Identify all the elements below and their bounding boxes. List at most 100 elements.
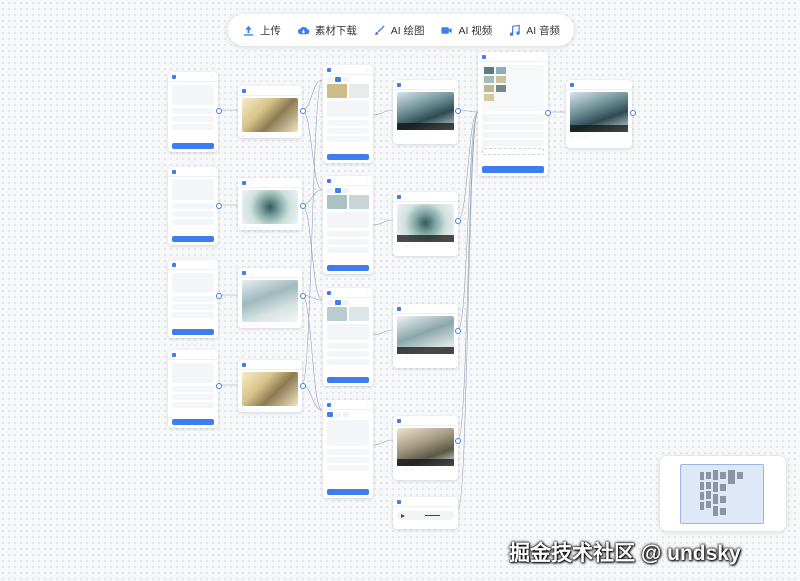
final-video-node[interactable] [566, 80, 632, 148]
image-node[interactable] [238, 178, 302, 230]
compose-button[interactable] [482, 166, 544, 173]
param-select[interactable] [172, 304, 214, 310]
prompt-textarea[interactable] [327, 324, 369, 340]
generate-button[interactable] [327, 377, 369, 383]
final-video-player[interactable] [570, 92, 628, 132]
param-select[interactable] [327, 359, 369, 365]
param-select[interactable] [172, 211, 214, 217]
output-port[interactable] [300, 383, 306, 389]
video-config-node[interactable]: ⋮ [323, 288, 373, 386]
output-port[interactable] [216, 108, 222, 114]
param-select[interactable] [482, 140, 544, 146]
audio-node[interactable] [393, 497, 458, 529]
text-node[interactable]: ⋮ [168, 72, 218, 152]
output-port[interactable] [216, 203, 222, 209]
param-select[interactable] [482, 132, 544, 138]
output-port[interactable] [455, 218, 461, 224]
prompt-textarea[interactable] [327, 420, 369, 446]
video-config-node[interactable]: ⋮ [323, 400, 373, 498]
generate-button[interactable] [172, 236, 214, 242]
more-icon[interactable]: ⋮ [365, 67, 369, 72]
param-select[interactable] [327, 247, 369, 253]
param-select[interactable] [327, 120, 369, 126]
text-node[interactable]: ⋮ [168, 167, 218, 245]
param-select[interactable] [172, 116, 214, 122]
audio-player[interactable] [397, 511, 454, 520]
model-select[interactable] [327, 351, 369, 357]
model-select[interactable] [327, 457, 369, 463]
generated-image[interactable] [242, 190, 298, 224]
param-select[interactable] [327, 231, 369, 237]
reference-thumbnail[interactable] [327, 307, 347, 321]
generate-button[interactable] [327, 265, 369, 271]
more-icon[interactable]: ⋮ [365, 178, 369, 183]
video-editor-node[interactable]: ⋮ [478, 52, 548, 176]
player-controls[interactable] [397, 459, 454, 466]
more-icon[interactable]: ⋮ [210, 74, 214, 79]
model-select[interactable] [172, 108, 214, 114]
reference-thumbnail[interactable] [349, 195, 369, 209]
model-select[interactable] [172, 386, 214, 392]
model-select[interactable] [327, 239, 369, 245]
param-select[interactable] [172, 312, 214, 318]
video-node[interactable] [393, 80, 458, 144]
video-player[interactable] [397, 92, 454, 130]
video-node[interactable] [393, 416, 458, 480]
reference-thumbnail[interactable] [349, 84, 369, 98]
param-select[interactable] [482, 124, 544, 130]
prompt-textarea[interactable] [172, 180, 214, 200]
ai-audio-button[interactable]: AI 音频 [508, 23, 560, 38]
more-icon[interactable]: ⋮ [365, 402, 369, 407]
video-config-node[interactable]: ⋮ [323, 65, 373, 163]
output-port[interactable] [300, 108, 306, 114]
video-player[interactable] [397, 428, 454, 466]
output-port[interactable] [216, 383, 222, 389]
more-icon[interactable]: ⋮ [210, 169, 214, 174]
upload-button[interactable]: 上传 [242, 23, 281, 38]
output-port[interactable] [455, 108, 461, 114]
param-select[interactable] [327, 136, 369, 142]
param-select[interactable] [172, 219, 214, 225]
player-controls[interactable] [397, 235, 454, 242]
image-node[interactable] [238, 268, 302, 328]
generate-button[interactable] [172, 419, 214, 425]
prompt-textarea[interactable] [172, 85, 214, 105]
reference-thumbnail[interactable] [327, 84, 347, 98]
text-node[interactable]: ⋮ [168, 260, 218, 338]
minimap[interactable] [659, 455, 787, 532]
text-node[interactable]: ⋮ [168, 350, 218, 428]
add-button[interactable] [482, 148, 544, 155]
video-player[interactable] [397, 316, 454, 354]
player-controls[interactable] [397, 123, 454, 130]
library-button[interactable]: 素材下载 [297, 23, 357, 38]
model-select[interactable] [172, 203, 214, 209]
generate-button[interactable] [172, 143, 214, 149]
image-node[interactable] [238, 86, 302, 138]
param-select[interactable] [327, 465, 369, 471]
reference-thumbnail[interactable] [349, 307, 369, 321]
ai-drawing-button[interactable]: AI 绘图 [373, 23, 425, 38]
model-select[interactable] [327, 128, 369, 134]
prompt-textarea[interactable] [172, 273, 214, 293]
video-player[interactable] [397, 204, 454, 242]
audio-track[interactable] [482, 114, 544, 122]
output-port[interactable] [455, 438, 461, 444]
reference-thumbnail[interactable] [327, 195, 347, 209]
model-select[interactable] [172, 296, 214, 302]
audio-progress[interactable] [425, 515, 440, 516]
prompt-textarea[interactable] [327, 212, 369, 228]
clip-row[interactable] [484, 67, 542, 74]
more-icon[interactable]: ⋮ [365, 290, 369, 295]
generated-image[interactable] [242, 98, 298, 132]
output-port[interactable] [455, 328, 461, 334]
more-icon[interactable]: ⋮ [210, 262, 214, 267]
clip-row[interactable] [484, 94, 542, 101]
prompt-textarea[interactable] [327, 101, 369, 117]
prompt-textarea[interactable] [172, 363, 214, 383]
output-port[interactable] [545, 110, 551, 116]
video-node[interactable] [393, 304, 458, 368]
more-icon[interactable]: ⋮ [540, 54, 544, 59]
play-icon[interactable] [401, 513, 405, 518]
output-port[interactable] [300, 293, 306, 299]
generated-image[interactable] [242, 372, 298, 406]
